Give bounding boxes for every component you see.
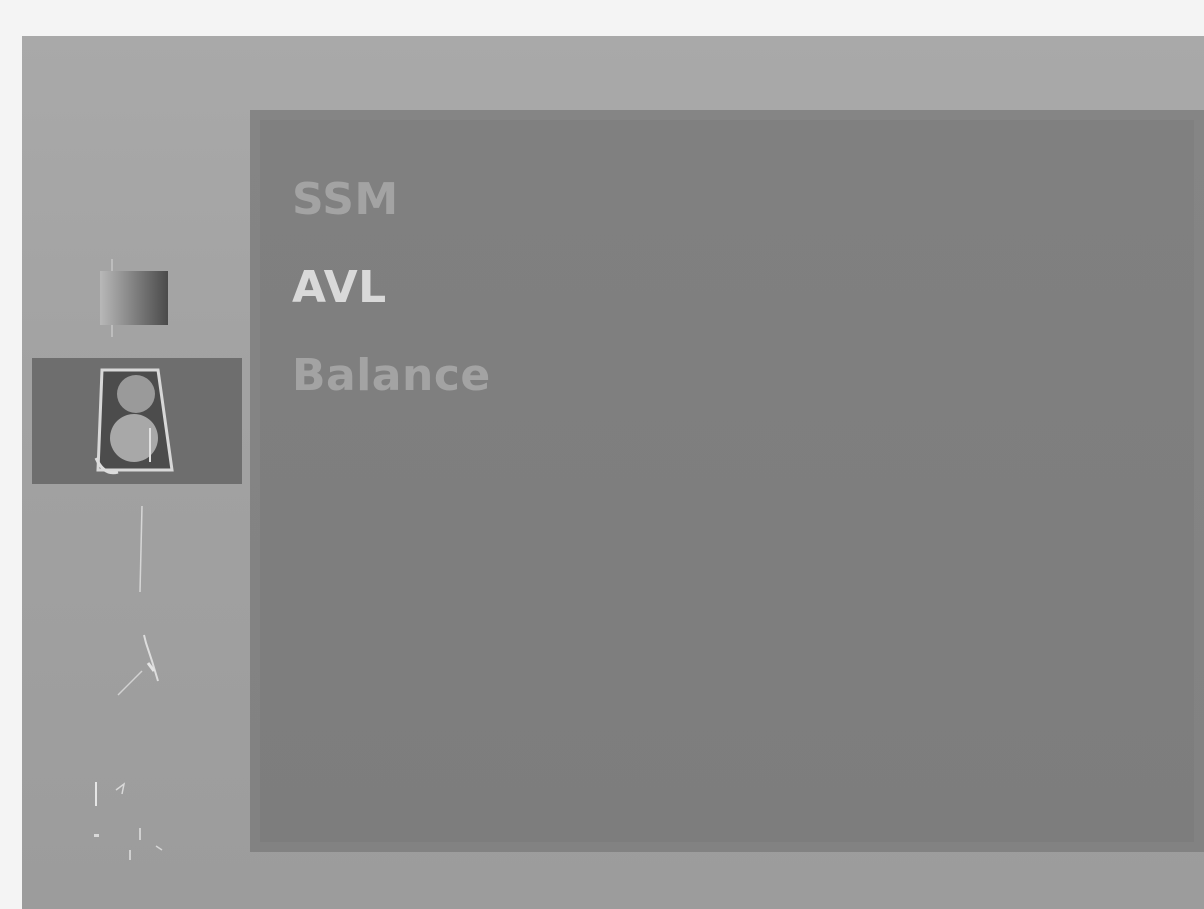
side-item-sound[interactable] [32,358,242,484]
side-menu [22,36,250,909]
menu-item-balance[interactable]: Balance [292,332,491,420]
side-item-picture[interactable] [32,251,242,361]
special-icon [117,634,159,696]
osd-menu-frame: SSM AVL Balance [22,36,1204,909]
menu-item-ssm[interactable]: SSM [292,156,491,244]
side-item-special[interactable] [32,621,242,731]
side-item-screen[interactable] [32,736,242,866]
speaker-icon [94,368,174,475]
sound-menu-list: SSM AVL Balance [292,156,491,420]
clock-icon [139,505,143,593]
sound-menu-panel: SSM AVL Balance [250,110,1204,852]
picture-icon [100,259,168,337]
side-item-time[interactable] [32,496,242,606]
menu-item-avl[interactable]: AVL [292,244,491,332]
screen-icon [94,782,163,860]
